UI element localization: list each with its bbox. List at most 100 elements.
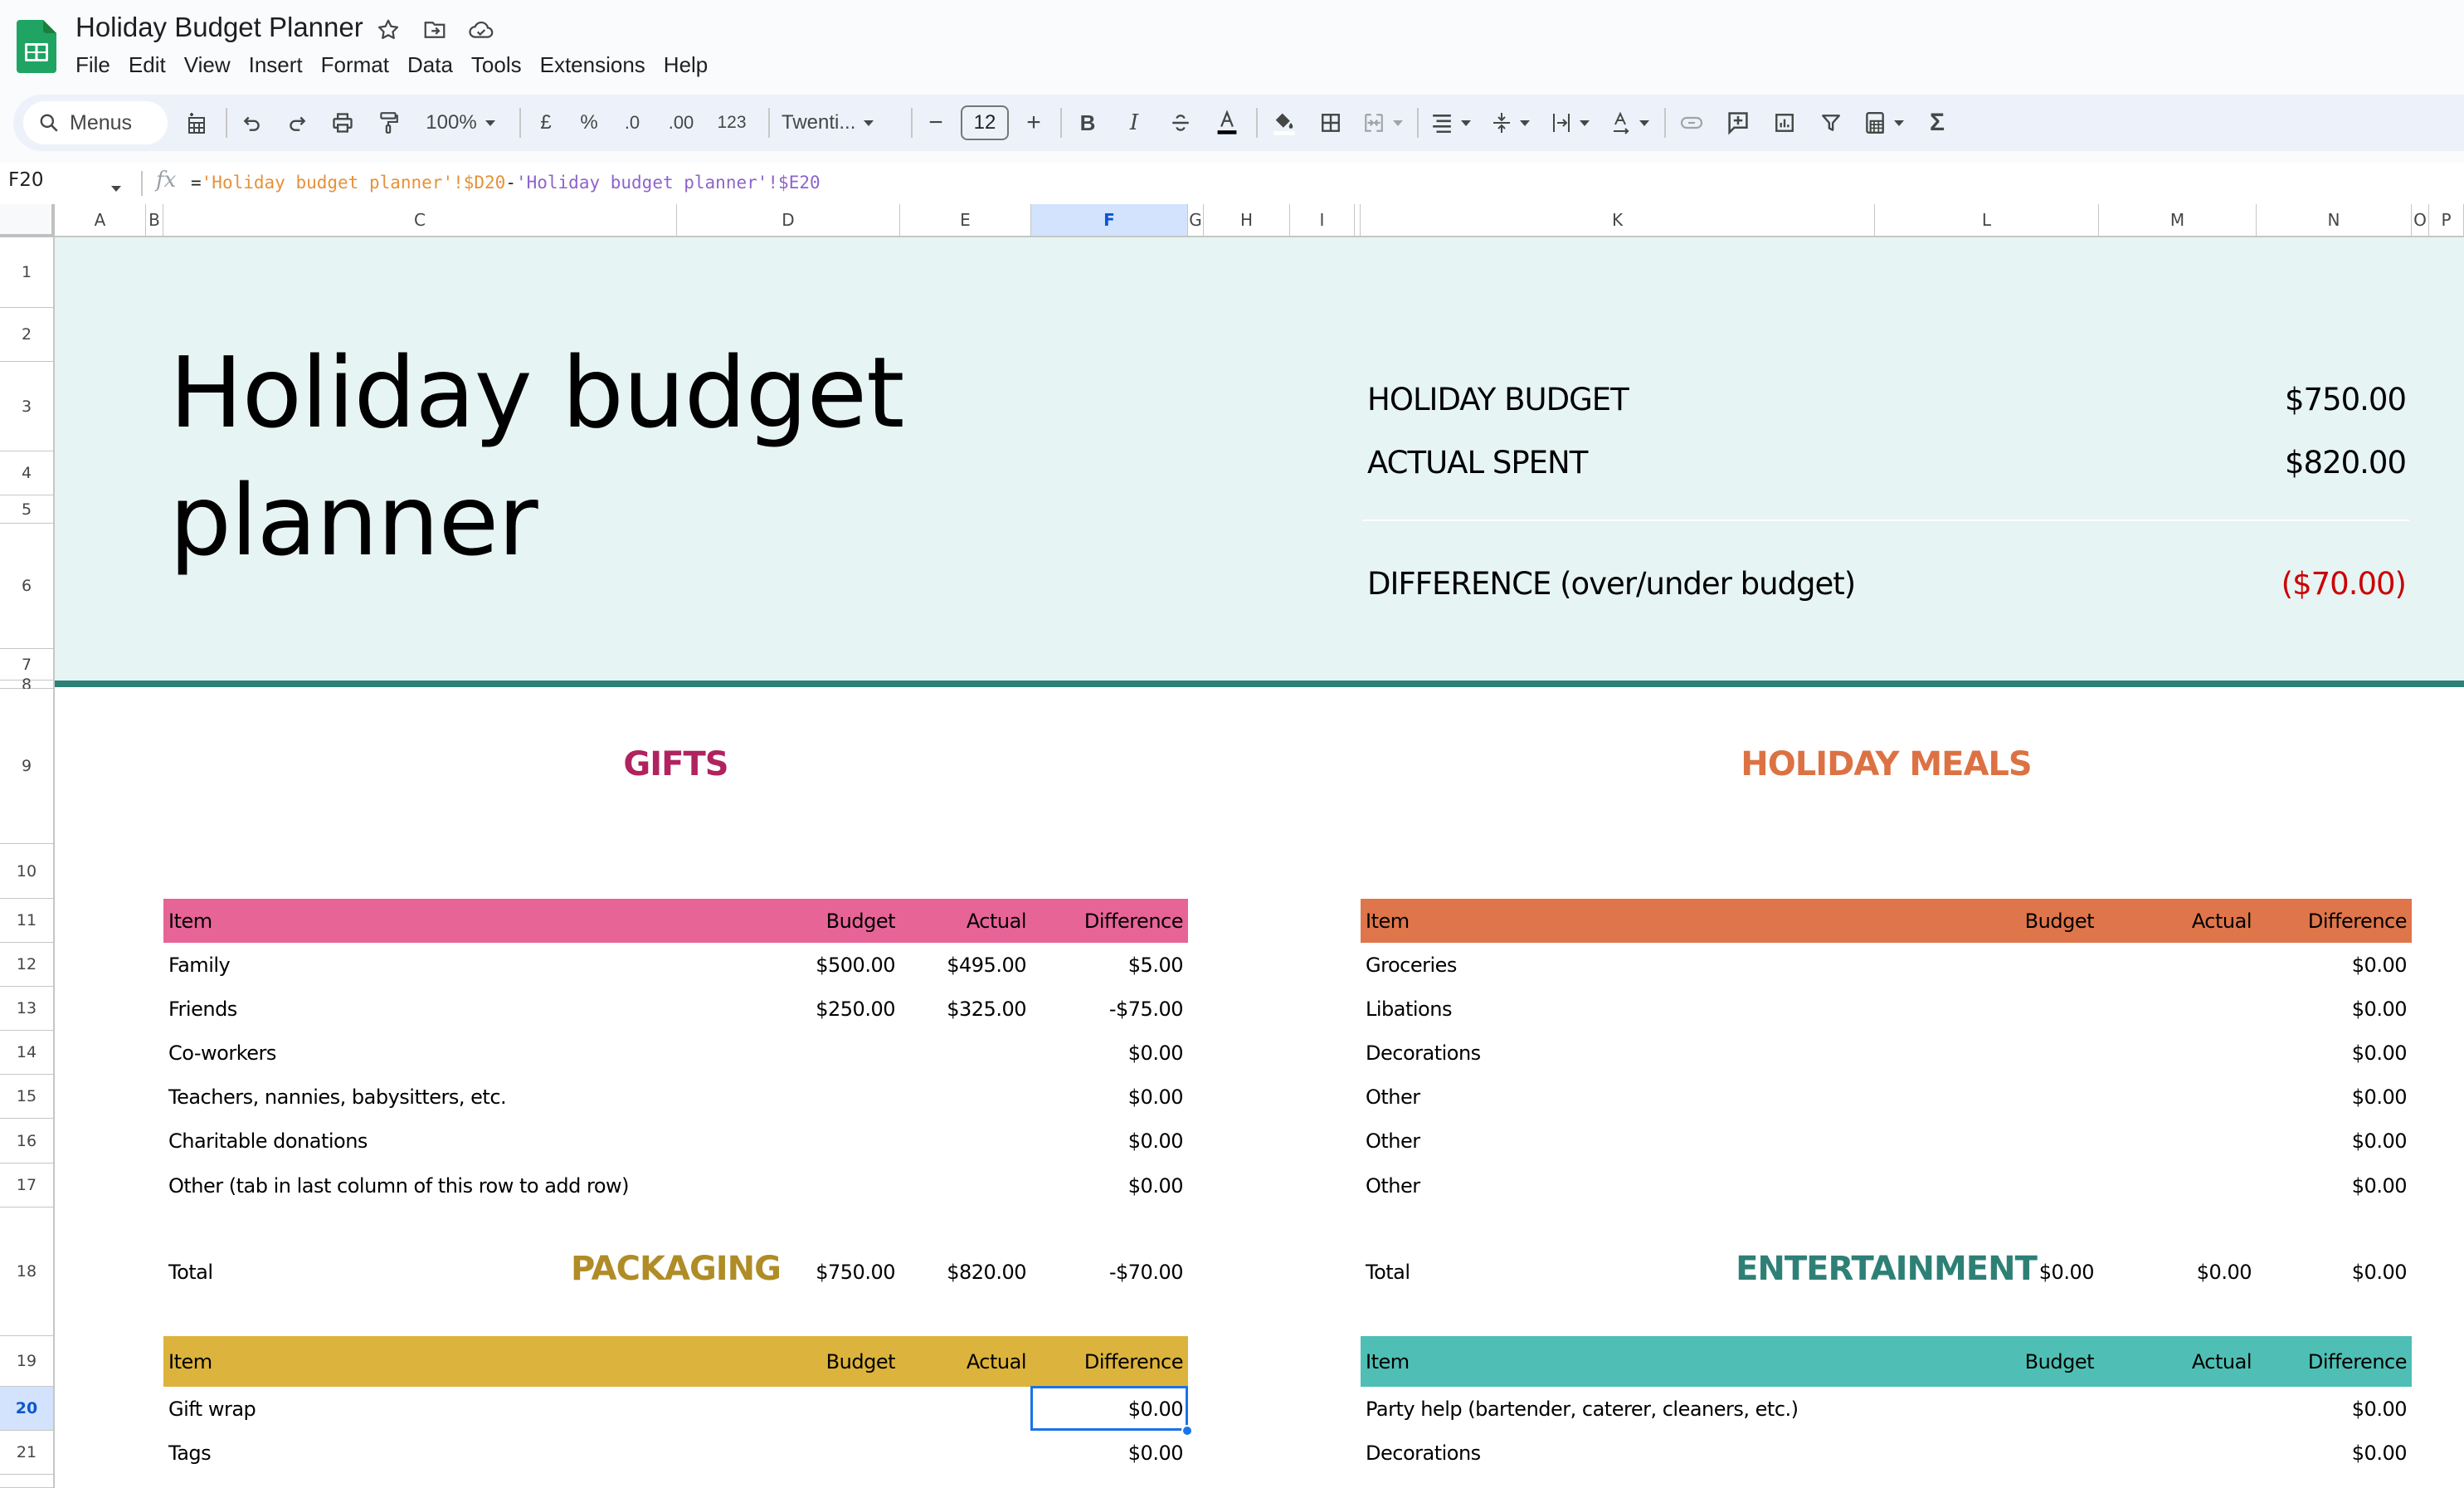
gifts-actual-cell[interactable]: $325.00 xyxy=(865,998,1026,1021)
move-to-folder-icon[interactable] xyxy=(420,15,450,45)
actual-spent-label[interactable]: ACTUAL SPENT xyxy=(1367,445,1588,481)
gifts-section-title[interactable]: GIFTS xyxy=(163,745,1188,783)
meals-item-cell[interactable]: Other xyxy=(1366,1086,1420,1109)
meals-difference-cell[interactable]: $0.00 xyxy=(2246,998,2408,1021)
bold-button[interactable]: B xyxy=(1067,95,1108,151)
hidden-column-marker[interactable] xyxy=(1355,204,1361,237)
formula-input[interactable]: ='Holiday budget planner'!$D20-'Holiday … xyxy=(191,173,821,193)
row-header-12[interactable]: 12 xyxy=(0,943,55,987)
row-header-4[interactable]: 4 xyxy=(0,451,55,495)
merge-cells-button[interactable] xyxy=(1356,95,1410,151)
gifts-difference-cell[interactable]: -$75.00 xyxy=(1022,998,1184,1021)
undo-button[interactable] xyxy=(232,95,272,151)
fill-handle[interactable] xyxy=(1181,1425,1193,1437)
menu-data[interactable]: Data xyxy=(398,50,462,80)
gifts-difference-cell[interactable]: $5.00 xyxy=(1022,954,1184,977)
header-budget[interactable]: Budget xyxy=(1933,910,2095,933)
text-color-button[interactable] xyxy=(1206,95,1248,151)
document-title[interactable]: Holiday Budget Planner xyxy=(75,12,363,43)
functions-button[interactable]: Σ xyxy=(1916,95,1958,151)
meals-item-cell[interactable]: Other xyxy=(1366,1174,1420,1198)
meals-difference-cell[interactable]: $0.00 xyxy=(2246,1129,2408,1153)
meals-item-cell[interactable]: Libations xyxy=(1366,998,1452,1021)
column-header-F[interactable]: F xyxy=(1031,204,1188,237)
menu-view[interactable]: View xyxy=(175,50,240,80)
gifts-budget-cell[interactable]: $250.00 xyxy=(684,998,895,1021)
select-all-corner[interactable] xyxy=(0,204,55,237)
gifts-item-cell[interactable]: Friends xyxy=(168,998,237,1021)
row-header-6[interactable]: 6 xyxy=(0,524,55,649)
row-header-15[interactable]: 15 xyxy=(0,1075,55,1119)
row-header-11[interactable]: 11 xyxy=(0,899,55,943)
menu-extensions[interactable]: Extensions xyxy=(531,50,655,80)
gifts-difference-cell[interactable]: -$70.00 xyxy=(1022,1261,1184,1284)
paint-format-button[interactable] xyxy=(368,95,408,151)
column-header-L[interactable]: L xyxy=(1875,204,2099,237)
decrease-decimal-button[interactable]: .0 xyxy=(612,95,652,151)
menu-edit[interactable]: Edit xyxy=(119,50,175,80)
meals-item-cell[interactable]: Groceries xyxy=(1366,954,1457,977)
header-difference[interactable]: Difference xyxy=(1022,910,1184,933)
column-header-D[interactable]: D xyxy=(677,204,900,237)
row-header-18[interactable]: 18 xyxy=(0,1207,55,1336)
gifts-item-cell[interactable]: Total xyxy=(168,1261,213,1284)
header-difference[interactable]: Difference xyxy=(2246,910,2408,933)
column-header-O[interactable]: O xyxy=(2412,204,2429,237)
format-currency-button[interactable]: £ xyxy=(528,95,564,151)
decrease-font-size-button[interactable]: − xyxy=(918,95,954,151)
entertainment-item-cell[interactable]: Party help (bartender, caterer, cleaners… xyxy=(1366,1398,1799,1421)
gifts-budget-cell[interactable]: $500.00 xyxy=(684,954,895,977)
column-header-G[interactable]: G xyxy=(1188,204,1204,237)
print-button[interactable] xyxy=(322,95,363,151)
gifts-difference-cell[interactable]: $0.00 xyxy=(1022,1086,1184,1109)
packaging-item-cell[interactable]: Gift wrap xyxy=(168,1398,256,1421)
row-header-13[interactable]: 13 xyxy=(0,987,55,1031)
row-header-1[interactable]: 1 xyxy=(0,237,55,308)
difference-label[interactable]: DIFFERENCE (over/under budget) xyxy=(1367,566,1856,602)
meals-difference-cell[interactable]: $0.00 xyxy=(2246,954,2408,977)
meals-budget-cell[interactable]: $0.00 xyxy=(1883,1261,2095,1284)
header-budget[interactable]: Budget xyxy=(1933,1350,2095,1373)
meals-difference-cell[interactable]: $0.00 xyxy=(2246,1086,2408,1109)
header-actual[interactable]: Actual xyxy=(2091,910,2252,933)
redo-button[interactable] xyxy=(277,95,317,151)
insert-table-button[interactable] xyxy=(176,95,217,151)
gifts-item-cell[interactable]: Charitable donations xyxy=(168,1129,368,1153)
text-rotation-button[interactable] xyxy=(1603,95,1658,151)
menu-insert[interactable]: Insert xyxy=(240,50,312,80)
column-header-M[interactable]: M xyxy=(2099,204,2257,237)
vertical-align-button[interactable] xyxy=(1483,95,1538,151)
column-header-C[interactable]: C xyxy=(163,204,677,237)
gifts-difference-cell[interactable]: $0.00 xyxy=(1022,1129,1184,1153)
row-header-3[interactable]: 3 xyxy=(0,362,55,451)
row-header-21[interactable]: 21 xyxy=(0,1431,55,1475)
column-header-E[interactable]: E xyxy=(900,204,1031,237)
insert-comment-button[interactable] xyxy=(1717,95,1759,151)
entertainment-item-cell[interactable]: Decorations xyxy=(1366,1442,1481,1465)
meals-difference-cell[interactable]: $0.00 xyxy=(2246,1042,2408,1065)
menu-format[interactable]: Format xyxy=(312,50,398,80)
row-header-2[interactable]: 2 xyxy=(0,308,55,362)
sheet-title[interactable]: Holiday budget planner xyxy=(169,329,1165,584)
row-header-10[interactable]: 10 xyxy=(0,844,55,899)
selected-cell-F20[interactable] xyxy=(1030,1386,1188,1431)
row-header-next[interactable] xyxy=(0,1475,55,1488)
column-header-I[interactable]: I xyxy=(1290,204,1355,237)
fill-color-button[interactable] xyxy=(1263,95,1306,151)
gifts-item-cell[interactable]: Co-workers xyxy=(168,1042,276,1065)
column-header-B[interactable]: B xyxy=(146,204,163,237)
font-family-select[interactable]: Twenti... xyxy=(777,95,901,151)
meals-difference-cell[interactable]: $0.00 xyxy=(2246,1174,2408,1198)
row-header-19[interactable]: 19 xyxy=(0,1336,55,1387)
zoom-select[interactable]: 100% xyxy=(415,95,506,151)
entertainment-difference-cell[interactable]: $0.00 xyxy=(2246,1398,2408,1421)
cloud-saved-icon[interactable] xyxy=(466,15,496,45)
gifts-item-cell[interactable]: Other (tab in last column of this row to… xyxy=(168,1174,630,1198)
borders-button[interactable] xyxy=(1309,95,1352,151)
row-header-5[interactable]: 5 xyxy=(0,495,55,524)
entertainment-difference-cell[interactable]: $0.00 xyxy=(2246,1442,2408,1465)
table-views-button[interactable] xyxy=(1857,95,1911,151)
gifts-difference-cell[interactable]: $0.00 xyxy=(1022,1174,1184,1198)
sheets-logo-icon[interactable] xyxy=(17,20,56,73)
create-filter-button[interactable] xyxy=(1810,95,1852,151)
